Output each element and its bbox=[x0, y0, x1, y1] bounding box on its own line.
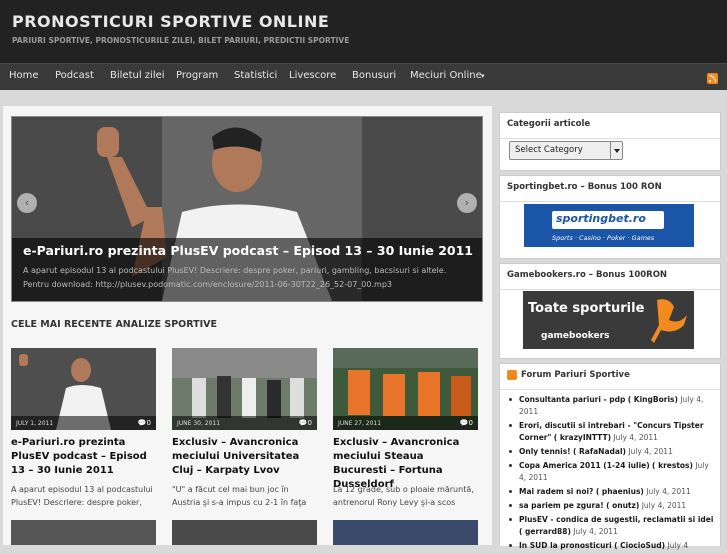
slider-title[interactable]: e-Pariuri.ro prezinta PlusEV podcast – E… bbox=[23, 243, 473, 258]
list-item: Only tennis! ( RafaNadal) July 4, 2011 bbox=[507, 446, 715, 458]
feed-date: July 4, 2011 bbox=[641, 501, 687, 510]
main-nav: Home Podcast Biletul zilei Program Stati… bbox=[0, 63, 727, 90]
feed-link[interactable]: In SUD la pronosticuri bbox=[519, 541, 612, 550]
feed-author: ( phaenius) bbox=[595, 487, 644, 496]
comment-count[interactable]: 💬0 bbox=[138, 419, 151, 427]
widget-title: Forum Pariuri Sportive bbox=[521, 370, 630, 380]
sportingbet-banner[interactable]: sportingbet.ro Sports · Casino · Poker ·… bbox=[524, 204, 694, 247]
post-card: JUNE 27, 2011 💬0 Exclusiv – Avancronica … bbox=[333, 348, 478, 507]
widget-title: Sportingbet.ro – Bonus 100 RON bbox=[507, 182, 662, 192]
list-item: sa pariem pe zgura! ( onutz) July 4, 201… bbox=[507, 500, 715, 512]
feed-date: July 4, 2011 bbox=[573, 527, 618, 536]
forum-feed-list: Consultanta pariuri - pdp ( KingBoris) J… bbox=[507, 394, 715, 554]
feed-link[interactable]: Mai radem si noi? bbox=[519, 487, 593, 496]
post-thumbnail[interactable]: JULY 1, 2011 💬0 bbox=[11, 348, 156, 430]
widget-title: Categorii articole bbox=[507, 119, 591, 129]
post-excerpt: A aparut episodul 13 al podcastului Plus… bbox=[11, 485, 153, 507]
nav-item-program[interactable]: Program bbox=[176, 70, 218, 81]
site-header: PRONOSTICURI SPORTIVE ONLINE PARIURI SPO… bbox=[0, 0, 727, 63]
rss-icon[interactable] bbox=[507, 370, 517, 380]
post-thumbnail[interactable]: JUNE 27, 2011 💬0 bbox=[333, 348, 478, 430]
post-thumbnail[interactable] bbox=[11, 520, 156, 545]
widget-title: Gamebookers.ro – Bonus 100RON bbox=[507, 270, 668, 280]
nav-item-podcast[interactable]: Podcast bbox=[55, 70, 94, 81]
post-title[interactable]: e-Pariuri.ro prezinta PlusEV podcast – E… bbox=[11, 436, 156, 478]
list-item: Mai radem si noi? ( phaenius) July 4, 20… bbox=[507, 486, 715, 498]
list-item: PlusEV - condica de sugestii, reclamatii… bbox=[507, 514, 715, 538]
feed-link[interactable]: Consultanta pariuri - pdp bbox=[519, 395, 625, 404]
nav-item-bonusuri[interactable]: Bonusuri bbox=[352, 70, 396, 81]
banner-text: Toate sporturile bbox=[528, 301, 645, 316]
post-date: JUNE 27, 2011 bbox=[338, 420, 382, 427]
post-thumbnail[interactable] bbox=[172, 520, 317, 545]
caret-down-icon: ▾ bbox=[481, 72, 485, 80]
feed-author: ( RafaNadal) bbox=[572, 447, 626, 456]
divider bbox=[500, 389, 720, 390]
post-date: JUNE 30, 2011 bbox=[177, 420, 221, 427]
slider-excerpt: A aparut episodul 13 al podcastului Plus… bbox=[23, 266, 447, 289]
feed-date: July 4, 2011 bbox=[646, 487, 691, 496]
feed-link[interactable]: sa pariem pe zgura! bbox=[519, 501, 604, 510]
feed-author: ( CiocioSud) bbox=[614, 541, 666, 550]
post-title[interactable]: Exclusiv – Avancronica meciului Universi… bbox=[172, 436, 317, 478]
comment-count[interactable]: 💬0 bbox=[299, 419, 312, 427]
rss-icon[interactable] bbox=[707, 73, 718, 84]
comment-count-value: 0 bbox=[146, 419, 151, 427]
feed-author: ( krazyINTTT) bbox=[553, 433, 612, 442]
feed-author: ( KingBoris) bbox=[627, 395, 678, 404]
feed-date: July 4, 2011 bbox=[613, 433, 658, 442]
feed-author: ( onutz) bbox=[606, 501, 640, 510]
feed-date: July 4 bbox=[667, 541, 689, 550]
divider bbox=[500, 289, 720, 290]
list-item: Consultanta pariuri - pdp ( KingBoris) J… bbox=[507, 394, 715, 418]
feed-link[interactable]: Only tennis! bbox=[519, 447, 571, 456]
chevron-down-icon[interactable] bbox=[610, 142, 622, 159]
athlete-icon bbox=[651, 299, 687, 343]
banner-tagline: Sports · Casino · Poker · Games bbox=[552, 234, 655, 242]
divider bbox=[500, 201, 720, 202]
list-item: Erori, discutii si intrebari - "Concurs … bbox=[507, 420, 715, 444]
site-description: PARIURI SPORTIVE, PRONOSTICURILE ZILEI, … bbox=[12, 36, 350, 45]
post-thumbnail[interactable] bbox=[333, 520, 478, 545]
post-date: JULY 1, 2011 bbox=[16, 420, 54, 427]
list-item: In SUD la pronosticuri ( CiocioSud) July… bbox=[507, 540, 715, 552]
list-item: Copa America 2011 (1-24 iulie) ( krestos… bbox=[507, 460, 715, 484]
comment-count-value: 0 bbox=[307, 419, 312, 427]
forum-widget: Forum Pariuri Sportive Consultanta pariu… bbox=[499, 363, 721, 550]
feed-link[interactable]: Erori, discutii si intrebari - "Concurs … bbox=[519, 421, 704, 442]
nav-item-meciuri-online[interactable]: Meciuri Online bbox=[410, 70, 482, 81]
banner-brand: gamebookers bbox=[541, 331, 610, 341]
post-thumbnail[interactable]: JUNE 30, 2011 💬0 bbox=[172, 348, 317, 430]
post-card: JUNE 30, 2011 💬0 Exclusiv – Avancronica … bbox=[172, 348, 317, 507]
comment-count-value: 0 bbox=[468, 419, 473, 427]
sportingbet-widget: Sportingbet.ro – Bonus 100 RON sportingb… bbox=[499, 175, 721, 259]
site-title[interactable]: PRONOSTICURI SPORTIVE ONLINE bbox=[12, 12, 329, 31]
recent-heading: CELE MAI RECENTE ANALIZE SPORTIVE bbox=[11, 319, 218, 330]
feed-link[interactable]: Copa America 2011 (1-24 iulie) bbox=[519, 461, 650, 470]
post-excerpt: "U" a făcut cel mai bun joc în Austria ş… bbox=[172, 485, 307, 507]
nav-item-biletul-zilei[interactable]: Biletul zilei bbox=[110, 70, 165, 81]
gamebookers-banner[interactable]: Toate sporturile gamebookers bbox=[523, 291, 694, 349]
categories-widget: Categorii articole Select Category bbox=[499, 112, 721, 171]
post-excerpt: La 12 grade, sub o ploaie măruntă, antre… bbox=[333, 485, 474, 507]
feed-link[interactable]: PlusEV - condica de sugestii, reclamatii… bbox=[519, 515, 713, 524]
banner-brand: sportingbet.ro bbox=[556, 212, 646, 225]
nav-item-statistici[interactable]: Statistici bbox=[234, 70, 277, 81]
category-select[interactable]: Select Category bbox=[509, 141, 623, 160]
nav-item-livescore[interactable]: Livescore bbox=[289, 70, 336, 81]
feed-author: ( gerrard88) bbox=[519, 527, 571, 536]
category-select-value: Select Category bbox=[515, 145, 583, 155]
gamebookers-widget: Gamebookers.ro – Bonus 100RON Toate spor… bbox=[499, 263, 721, 359]
nav-item-home[interactable]: Home bbox=[9, 70, 39, 81]
comment-count[interactable]: 💬0 bbox=[460, 419, 473, 427]
divider bbox=[500, 138, 720, 139]
feed-author: ( krestos) bbox=[652, 461, 693, 470]
post-card: JULY 1, 2011 💬0 e-Pariuri.ro prezinta Pl… bbox=[11, 348, 156, 507]
feed-date: July 4, 2011 bbox=[628, 447, 673, 456]
